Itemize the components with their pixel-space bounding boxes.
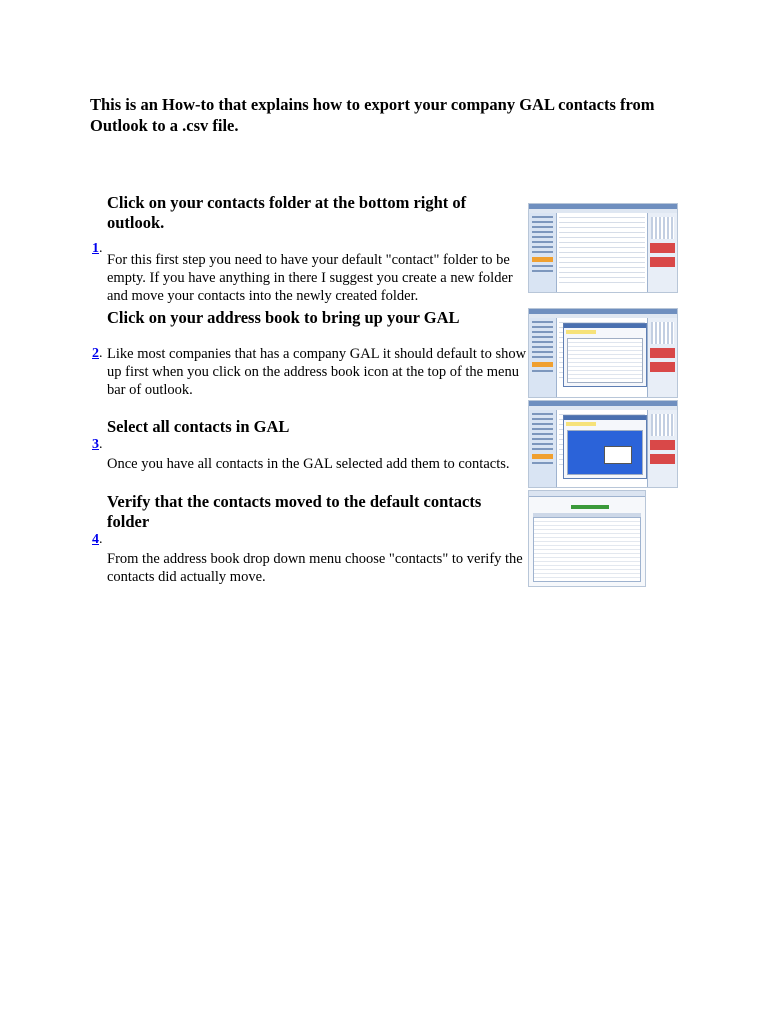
step-body: Once you have all contacts in the GAL se… xyxy=(107,456,510,472)
step-number: 4. xyxy=(92,532,103,547)
address-book-screenshot xyxy=(528,308,678,398)
step-heading: Select all contacts in GAL xyxy=(107,417,290,436)
step-number: 2. xyxy=(92,346,103,361)
step-number-link[interactable]: 3 xyxy=(92,437,99,452)
step-heading: Verify that the contacts moved to the de… xyxy=(107,492,482,531)
step-number-link[interactable]: 2 xyxy=(92,346,99,361)
step-number: 1. xyxy=(92,241,103,256)
step-heading: Click on your contacts folder at the bot… xyxy=(107,193,467,232)
step-number-link[interactable]: 4 xyxy=(92,532,99,547)
contacts-dropdown-screenshot xyxy=(528,490,646,587)
step-heading: Click on your address book to bring up y… xyxy=(107,308,460,327)
outlook-contacts-screenshot xyxy=(528,203,678,293)
step-body: For this first step you need to have you… xyxy=(107,252,513,304)
step-body: From the address book drop down menu cho… xyxy=(107,551,523,585)
step-number-link[interactable]: 1 xyxy=(92,241,99,256)
page-title: This is an How-to that explains how to e… xyxy=(90,95,655,135)
step-body: Like most companies that has a company G… xyxy=(107,346,527,398)
gal-select-all-screenshot xyxy=(528,400,678,488)
step-number: 3. xyxy=(92,437,103,452)
